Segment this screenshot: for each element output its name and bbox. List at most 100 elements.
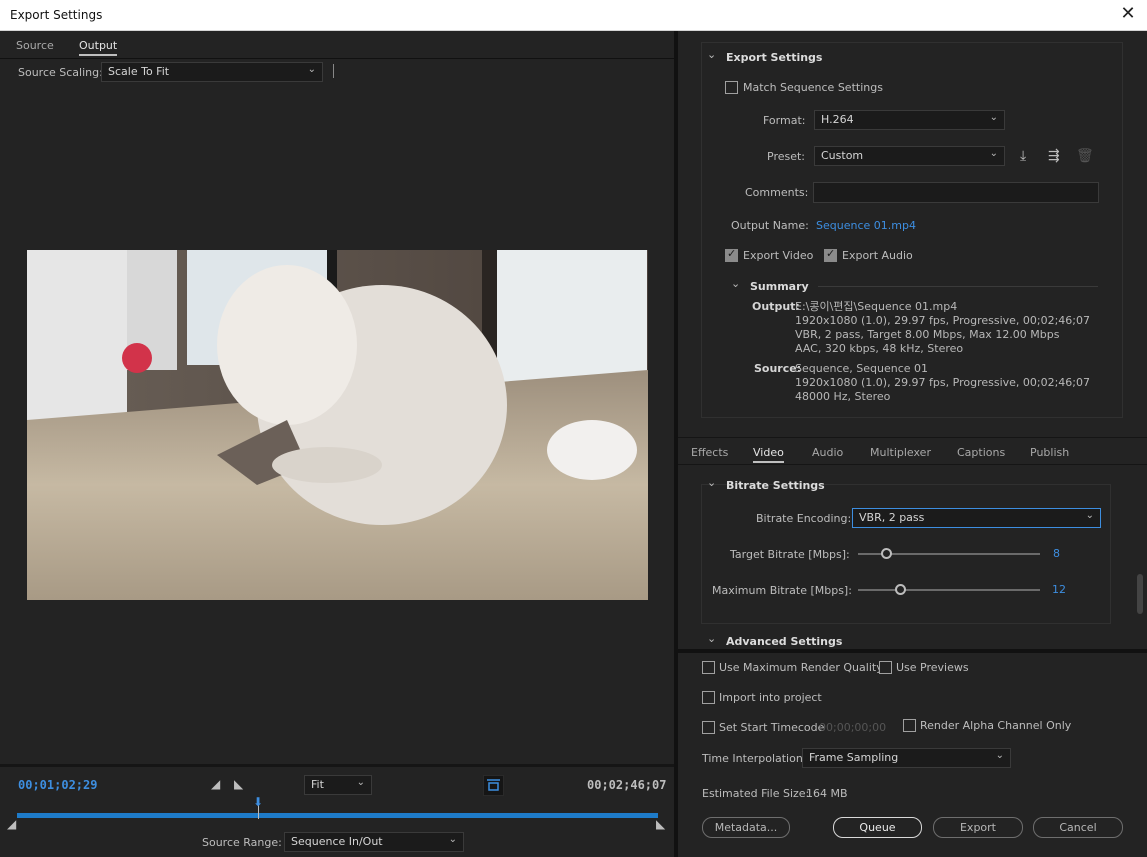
time-interpolation-dropdown[interactable]: Frame Sampling ⌄ [802, 748, 1011, 768]
bitrate-settings-header[interactable]: Bitrate Settings [726, 479, 825, 492]
timeline-range-bar[interactable] [17, 813, 658, 818]
tab-source[interactable]: Source [16, 39, 54, 52]
settings-tabs: Effects Video Audio Multiplexer Captions… [678, 437, 1147, 465]
video-frame-image [27, 250, 648, 600]
render-alpha-label: Render Alpha Channel Only [920, 719, 1072, 732]
file-size-label: Estimated File Size: [702, 787, 810, 800]
target-bitrate-label: Target Bitrate [Mbps]: [730, 548, 850, 561]
comments-input[interactable] [813, 182, 1099, 203]
chevron-down-icon: ⌄ [448, 834, 457, 845]
import-project-checkbox[interactable] [702, 691, 715, 704]
summary-divider [818, 286, 1098, 287]
cancel-button[interactable]: Cancel [1033, 817, 1123, 838]
preset-dropdown[interactable]: Custom ⌄ [814, 146, 1005, 166]
aspect-icon [487, 779, 500, 791]
chevron-down-icon: ⌄ [995, 750, 1004, 761]
use-previews-checkbox[interactable] [879, 661, 892, 674]
preset-value: Custom [821, 149, 864, 162]
chevron-down-icon: ⌄ [989, 112, 998, 123]
source-range-dropdown[interactable]: Sequence In/Out ⌄ [284, 832, 464, 852]
mark-out-icon[interactable]: ◣ [234, 777, 243, 791]
toolbar-divider [333, 64, 334, 78]
summary-output-label: Output: [752, 300, 800, 313]
chevron-down-icon[interactable]: ⌄ [707, 632, 716, 645]
chevron-down-icon: ⌄ [1085, 510, 1094, 521]
export-button[interactable]: Export [933, 817, 1023, 838]
queue-button[interactable]: Queue [833, 817, 922, 838]
output-name-link[interactable]: Sequence 01.mp4 [816, 219, 916, 232]
preset-label: Preset: [767, 150, 806, 163]
summary-header[interactable]: Summary [750, 280, 809, 293]
tab-effects[interactable]: Effects [691, 446, 728, 459]
bitrate-encoding-dropdown[interactable]: VBR, 2 pass ⌄ [852, 508, 1101, 528]
target-bitrate-value[interactable]: 8 [1053, 547, 1060, 560]
preview-tabs: Source Output [0, 31, 674, 59]
max-bitrate-knob[interactable] [895, 584, 906, 595]
out-point-icon[interactable]: ◣ [656, 817, 665, 831]
close-icon[interactable]: ✕ [1117, 3, 1139, 25]
save-preset-icon[interactable]: ⤓ [1020, 148, 1026, 164]
render-alpha-checkbox[interactable] [903, 719, 916, 732]
delete-preset-icon[interactable]: 🗑 [1076, 148, 1094, 164]
tab-publish[interactable]: Publish [1030, 446, 1069, 459]
format-value: H.264 [821, 113, 854, 126]
tab-video[interactable]: Video [753, 446, 784, 463]
tab-captions[interactable]: Captions [957, 446, 1005, 459]
export-video-label: Export Video [743, 249, 814, 262]
export-video-checkbox[interactable] [725, 247, 738, 262]
zoom-dropdown[interactable]: Fit ⌄ [304, 775, 372, 795]
export-settings-header[interactable]: Export Settings [726, 51, 822, 64]
summary-line: VBR, 2 pass, Target 8.00 Mbps, Max 12.00… [795, 328, 1060, 341]
chevron-down-icon[interactable]: ⌄ [731, 277, 740, 290]
chevron-down-icon: ⌄ [307, 64, 316, 75]
import-preset-icon[interactable]: ⇶ [1048, 148, 1060, 164]
export-audio-label: Export Audio [842, 249, 913, 262]
timeline: 00;01;02;29 ◢ ◣ Fit ⌄ 00;02;46;07 ⬇ ◢ ◣ … [0, 764, 674, 857]
chevron-down-icon[interactable]: ⌄ [707, 476, 716, 489]
tab-audio[interactable]: Audio [812, 446, 843, 459]
summary-output-lines: E:\콩이\편집\Sequence 01.mp4 1920x1080 (1.0)… [795, 300, 1090, 356]
time-interpolation-value: Frame Sampling [809, 751, 899, 764]
export-audio-checkbox[interactable] [824, 247, 837, 262]
import-project-label: Import into project [719, 691, 822, 704]
summary-line: 1920x1080 (1.0), 29.97 fps, Progressive,… [795, 314, 1091, 327]
end-timecode: 00;02;46;07 [587, 778, 667, 792]
settings-scrollbar[interactable] [1137, 574, 1143, 614]
aspect-correction-button[interactable] [483, 775, 504, 796]
start-timecode-label: Set Start Timecode [719, 721, 825, 734]
metadata-button[interactable]: Metadata... [702, 817, 790, 838]
max-render-quality-label: Use Maximum Render Quality [719, 661, 883, 674]
max-bitrate-label: Maximum Bitrate [Mbps]: [712, 584, 852, 597]
comments-label: Comments: [745, 186, 809, 199]
start-timecode-value: 00;00;00;00 [819, 721, 887, 734]
summary-line: E:\콩이\편집\Sequence 01.mp4 [795, 300, 958, 313]
match-sequence-checkbox[interactable] [725, 81, 738, 94]
format-dropdown[interactable]: H.264 ⌄ [814, 110, 1005, 130]
chevron-down-icon: ⌄ [989, 148, 998, 159]
video-preview [27, 250, 648, 600]
playhead-icon[interactable]: ⬇ [253, 795, 263, 809]
mark-in-icon[interactable]: ◢ [211, 777, 220, 791]
source-scaling-value: Scale To Fit [108, 65, 170, 78]
preview-panel: Source Output Source Scaling: Scale To F… [0, 31, 674, 857]
source-scaling-dropdown[interactable]: Scale To Fit ⌄ [101, 62, 323, 82]
format-label: Format: [763, 114, 806, 127]
window-title: Export Settings [10, 8, 103, 22]
max-render-quality-checkbox[interactable] [702, 661, 715, 674]
bitrate-encoding-value: VBR, 2 pass [859, 511, 925, 524]
start-timecode-checkbox[interactable] [702, 721, 715, 734]
chevron-down-icon[interactable]: ⌄ [707, 48, 716, 61]
tab-output[interactable]: Output [79, 39, 118, 56]
summary-line: Sequence, Sequence 01 [795, 362, 929, 375]
in-point-icon[interactable]: ◢ [7, 817, 16, 831]
target-bitrate-knob[interactable] [881, 548, 892, 559]
bitrate-encoding-label: Bitrate Encoding: [756, 512, 852, 525]
summary-source-lines: Sequence, Sequence 01 1920x1080 (1.0), 2… [795, 362, 1090, 404]
tab-multiplexer[interactable]: Multiplexer [870, 446, 931, 459]
settings-panel: ⌄ Export Settings Match Sequence Setting… [678, 31, 1147, 857]
current-timecode[interactable]: 00;01;02;29 [18, 778, 97, 792]
advanced-settings-header[interactable]: Advanced Settings [726, 635, 842, 648]
max-bitrate-value[interactable]: 12 [1052, 583, 1066, 596]
max-bitrate-slider[interactable] [858, 589, 1040, 591]
output-name-label: Output Name: [731, 219, 809, 232]
